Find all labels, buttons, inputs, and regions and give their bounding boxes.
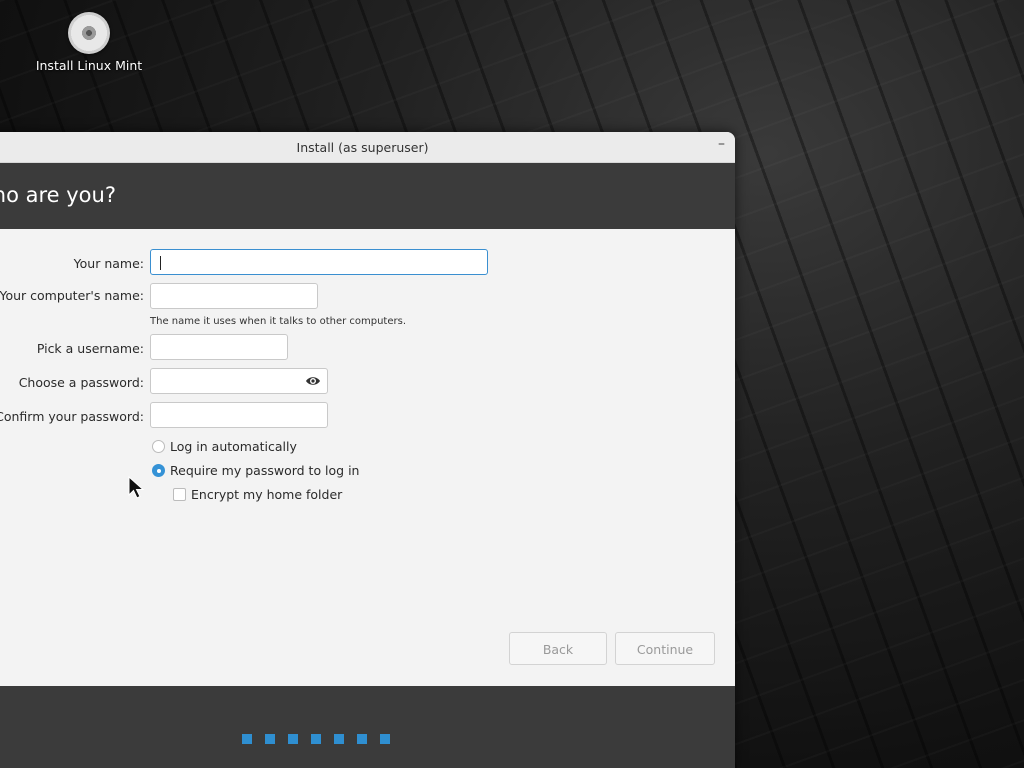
confirm-password-field[interactable]: [150, 402, 328, 428]
login-automatically-label: Log in automatically: [170, 439, 297, 454]
login-automatically-radio[interactable]: [152, 440, 165, 453]
login-automatically-option[interactable]: Log in automatically: [152, 439, 297, 454]
form-area: Your name: Your computer's name: The nam…: [0, 229, 735, 686]
page-header: Who are you?: [0, 163, 735, 229]
encrypt-home-label: Encrypt my home folder: [191, 487, 343, 502]
password-field[interactable]: [150, 368, 328, 394]
title-bar[interactable]: Install (as superuser) –: [0, 132, 735, 163]
minimize-button[interactable]: –: [718, 136, 725, 152]
window-title: Install (as superuser): [296, 140, 429, 155]
computer-name-label: Your computer's name:: [0, 288, 144, 303]
encrypt-home-option[interactable]: Encrypt my home folder: [173, 487, 342, 502]
progress-step: [357, 734, 367, 744]
show-password-eye-icon[interactable]: [305, 374, 321, 388]
computer-name-input[interactable]: [151, 284, 317, 308]
back-button[interactable]: Back: [509, 632, 607, 665]
confirm-password-input[interactable]: [151, 403, 327, 427]
encrypt-home-checkbox[interactable]: [173, 488, 186, 501]
password-label: Choose a password:: [18, 375, 144, 390]
text-caret: [160, 256, 161, 270]
progress-step: [242, 734, 252, 744]
your-name-field[interactable]: [150, 249, 488, 275]
computer-name-field[interactable]: [150, 283, 318, 309]
progress-step: [311, 734, 321, 744]
require-password-option[interactable]: Require my password to log in: [152, 463, 359, 478]
progress-step: [334, 734, 344, 744]
computer-name-hint: The name it uses when it talks to other …: [150, 316, 407, 327]
installer-window: Install (as superuser) – Who are you? Yo…: [0, 132, 735, 768]
username-label: Pick a username:: [36, 341, 144, 356]
confirm-password-label: Confirm your password:: [0, 409, 144, 424]
progress-step: [288, 734, 298, 744]
progress-step: [380, 734, 390, 744]
password-input[interactable]: [151, 369, 327, 393]
require-password-radio[interactable]: [152, 464, 165, 477]
mouse-pointer-icon: [128, 476, 145, 499]
your-name-input[interactable]: [151, 250, 487, 274]
desktop-icon-label: Install Linux Mint: [35, 58, 143, 73]
page-title: Who are you?: [0, 183, 116, 207]
username-field[interactable]: [150, 334, 288, 360]
progress-footer: [0, 686, 735, 768]
continue-button[interactable]: Continue: [615, 632, 715, 665]
disc-icon: [68, 12, 110, 54]
progress-steps: [242, 729, 403, 748]
progress-step: [265, 734, 275, 744]
username-input[interactable]: [151, 335, 287, 359]
your-name-label: Your name:: [73, 256, 144, 271]
desktop-icon-install-linux-mint[interactable]: Install Linux Mint: [30, 12, 148, 73]
require-password-label: Require my password to log in: [170, 463, 360, 478]
